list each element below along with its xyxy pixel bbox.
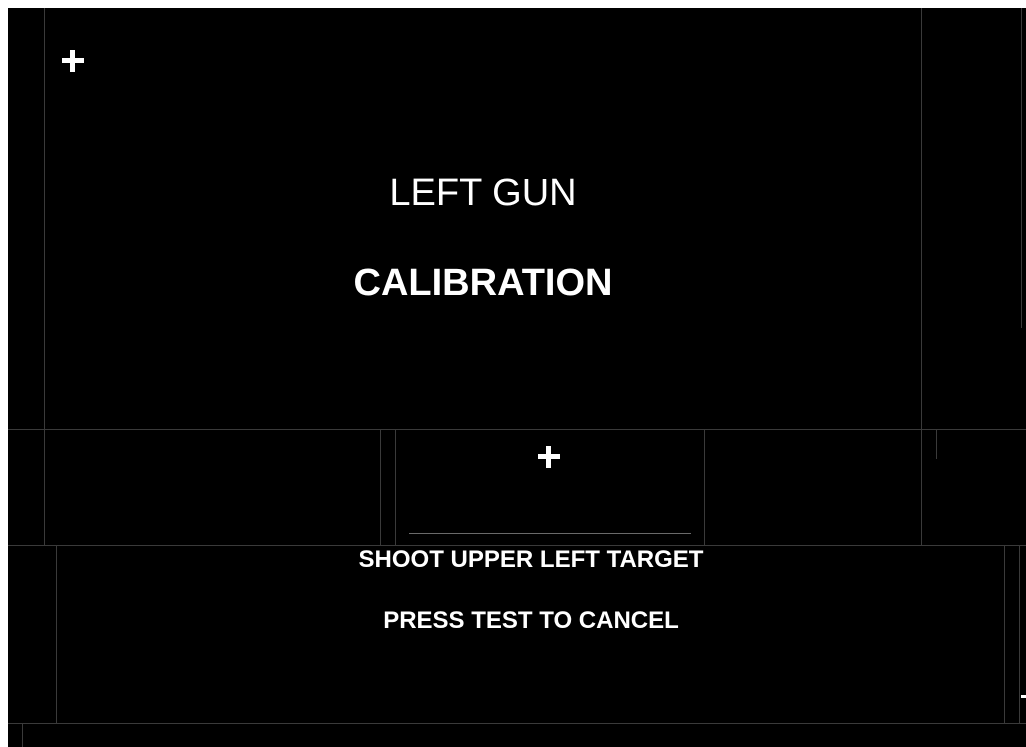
cancel-instruction: PRESS TEST TO CANCEL	[383, 607, 679, 634]
grid-line	[380, 429, 381, 545]
grid-line	[22, 723, 23, 747]
grid-line	[409, 533, 691, 534]
grid-line	[704, 429, 705, 545]
gun-label: LEFT GUN	[389, 172, 577, 214]
shoot-target-instruction: SHOOT UPPER LEFT TARGET	[358, 546, 704, 573]
calibration-screen: LEFT GUN CALIBRATION SHOOT UPPER LEFT TA…	[8, 8, 1026, 747]
grid-line	[1021, 8, 1022, 328]
grid-line	[395, 429, 396, 545]
center-crosshair-icon	[538, 446, 560, 468]
grid-line	[8, 429, 1026, 430]
edge-tick	[1021, 695, 1026, 698]
upper-left-target-crosshair-icon[interactable]	[62, 50, 84, 72]
grid-line	[8, 723, 1026, 724]
grid-line	[936, 429, 937, 459]
calibration-title: CALIBRATION	[353, 262, 613, 304]
